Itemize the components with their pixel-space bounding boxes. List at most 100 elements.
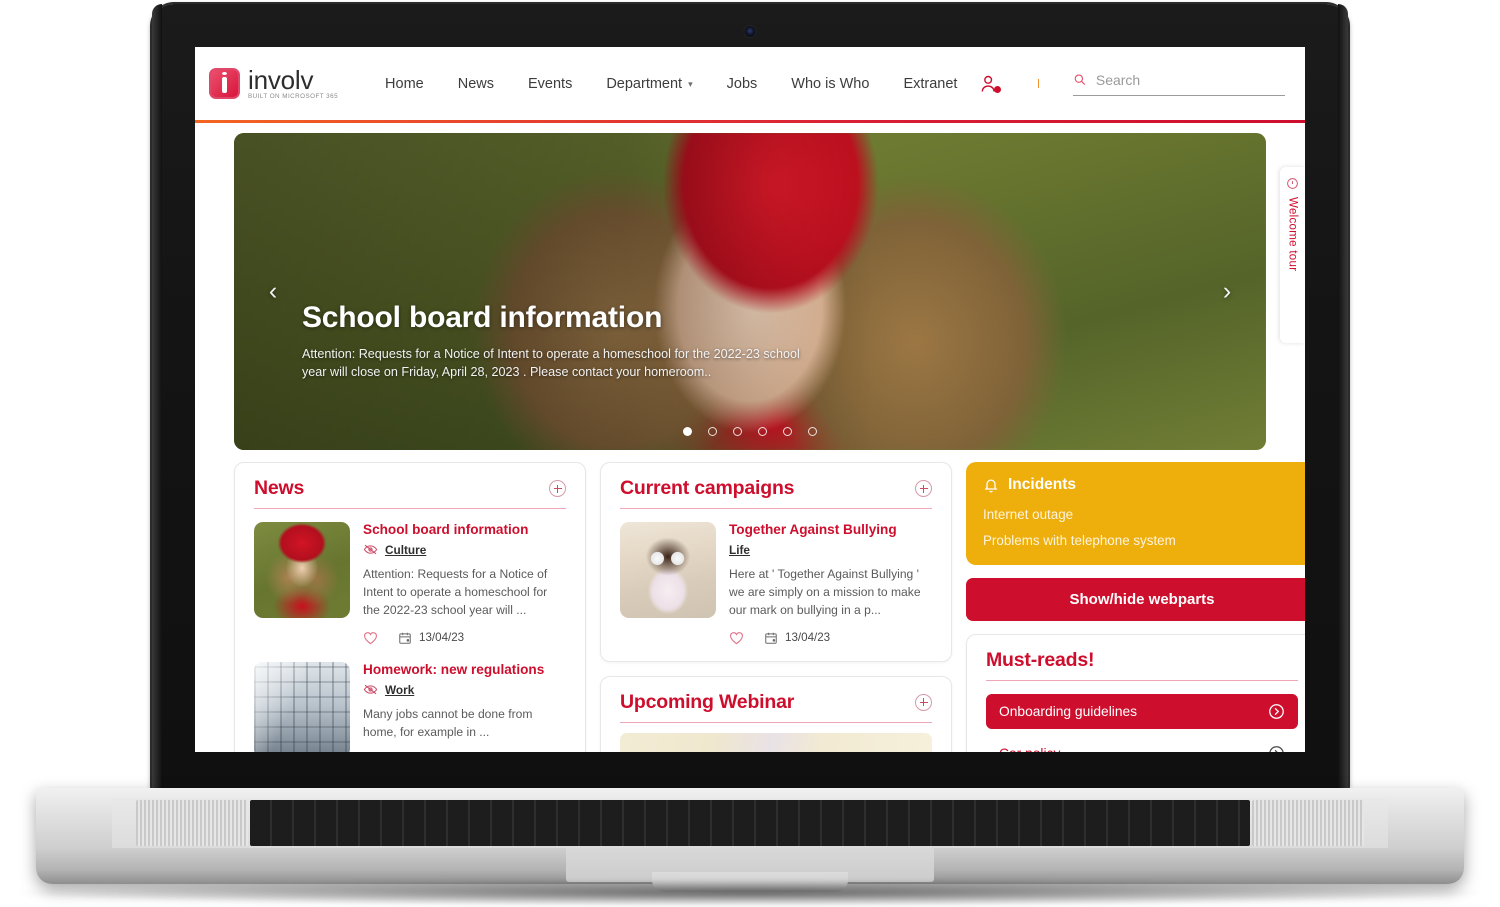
- campaign-tagline: Life: [729, 543, 932, 557]
- header-accent-rule: [195, 120, 1305, 123]
- must-reads-list: Onboarding guidelines Car policy: [986, 694, 1298, 752]
- notification-badge: [994, 85, 1002, 93]
- nav-item-news[interactable]: News: [441, 70, 511, 98]
- calendar-icon: [399, 632, 411, 644]
- carousel-dot-5[interactable]: [783, 427, 792, 436]
- nav-item-who-is-who[interactable]: Who is Who: [774, 70, 886, 98]
- speaker-grille-left: [136, 800, 248, 846]
- nav-label: Who is Who: [791, 75, 870, 92]
- article-date: 13/04/23: [419, 631, 465, 645]
- carousel-dot-1[interactable]: [683, 427, 692, 436]
- campaign-tag[interactable]: Life: [729, 543, 750, 557]
- heart-icon[interactable]: [363, 631, 378, 645]
- news-article-item[interactable]: Homework: new regulations Work Many jobs…: [254, 661, 566, 752]
- hero-text-block: School board information Attention: Requ…: [302, 301, 822, 382]
- laptop-keyboard: [250, 800, 1250, 846]
- must-reads-header: Must-reads!: [986, 649, 1298, 681]
- article-tag[interactable]: Work: [385, 683, 414, 697]
- must-reads-title: Must-reads!: [986, 649, 1095, 671]
- welcome-tour-tab[interactable]: Welcome tour: [1280, 167, 1305, 343]
- lid-edge-left: [152, 4, 162, 794]
- welcome-tour-label: Welcome tour: [1286, 197, 1299, 272]
- article-tag[interactable]: Culture: [385, 543, 426, 557]
- eye-slash-icon: [363, 684, 378, 695]
- article-title[interactable]: Homework: new regulations: [363, 662, 566, 679]
- involv-logo-mark-icon: [209, 67, 240, 99]
- nav-item-events[interactable]: Events: [511, 70, 589, 98]
- incidents-header: Incidents: [983, 476, 1301, 494]
- logo-tagline: BUILT ON MICROSOFT 365: [248, 92, 339, 100]
- news-webpart: News School board information Culture At…: [234, 462, 586, 752]
- bell-icon: [984, 479, 998, 492]
- campaign-thumbnail: [620, 522, 716, 618]
- site-logo[interactable]: involv BUILT ON MICROSOFT 365: [209, 67, 338, 100]
- plus-circle-icon[interactable]: [915, 480, 932, 497]
- nav-item-home[interactable]: Home: [368, 70, 441, 98]
- must-read-item-car-policy[interactable]: Car policy: [986, 736, 1298, 752]
- article-thumbnail: [254, 522, 350, 618]
- campaign-meta: 13/04/23: [729, 631, 932, 645]
- incident-item[interactable]: Internet outage: [983, 507, 1301, 522]
- carousel-next-button[interactable]: ›: [1212, 277, 1242, 307]
- chevron-right-circle-icon: [1269, 746, 1284, 752]
- carousel-dots: [683, 427, 817, 436]
- must-reads-webpart: Must-reads! Onboarding guidelines Car po…: [966, 634, 1305, 752]
- search-input[interactable]: [1095, 71, 1286, 88]
- plus-circle-icon[interactable]: [915, 693, 932, 711]
- campaigns-title: Current campaigns: [620, 477, 795, 499]
- nav-label: News: [457, 75, 494, 92]
- incidents-webpart: Incidents Internet outage Problems with …: [966, 462, 1305, 565]
- campaigns-webpart: Current campaigns Together Against Bully…: [600, 462, 952, 662]
- carousel-dot-6[interactable]: [808, 427, 817, 436]
- nav-label: Extranet: [903, 75, 958, 92]
- header-divider: [1038, 79, 1040, 88]
- carousel-dot-4[interactable]: [758, 427, 767, 436]
- middle-column: Current campaigns Together Against Bully…: [600, 462, 952, 752]
- plus-circle-icon[interactable]: [549, 480, 566, 497]
- news-title: News: [254, 477, 305, 499]
- show-hide-webparts-button[interactable]: Show/hide webparts: [966, 578, 1305, 621]
- hero-description: Attention: Requests for a Notice of Inte…: [302, 347, 800, 380]
- carousel-prev-button[interactable]: ‹: [258, 277, 288, 307]
- nav-item-department[interactable]: Department ▾: [589, 70, 709, 98]
- campaigns-header: Current campaigns: [620, 477, 932, 509]
- article-title[interactable]: School board information: [363, 522, 566, 539]
- hero-overlay: [234, 133, 1266, 450]
- nav-label: Events: [527, 75, 573, 92]
- chevron-down-icon: ▾: [688, 79, 693, 89]
- person-badge-icon[interactable]: [974, 69, 1004, 99]
- screenshot-stage: involv BUILT ON MICROSOFT 365 Home News …: [0, 0, 1500, 907]
- dashboard-grid: News School board information Culture At…: [195, 450, 1305, 752]
- calendar-icon: [765, 632, 777, 644]
- heart-icon[interactable]: [729, 631, 744, 645]
- must-read-item-onboarding-guidelines[interactable]: Onboarding guidelines: [986, 694, 1298, 729]
- article-tagline: Culture: [363, 543, 566, 557]
- article-thumbnail: [254, 661, 350, 752]
- news-article-item[interactable]: School board information Culture Attenti…: [254, 522, 566, 645]
- campaign-excerpt: Here at ' Together Against Bullying ' we…: [729, 566, 921, 617]
- campaign-date-wrap: 13/04/23: [764, 631, 830, 645]
- main-navigation: Home News Events Department ▾ Jobs Who i…: [368, 70, 974, 98]
- nav-item-jobs[interactable]: Jobs: [710, 70, 775, 98]
- hero-carousel[interactable]: School board information Attention: Requ…: [234, 133, 1266, 450]
- webinar-title: Upcoming Webinar: [620, 690, 795, 713]
- nav-item-extranet[interactable]: Extranet: [886, 70, 974, 98]
- speaker-grille-right: [1252, 800, 1364, 846]
- logo-wordmark: involv: [248, 64, 314, 95]
- lid-edge-right: [1338, 4, 1348, 794]
- laptop-drop-shadow: [20, 880, 1480, 906]
- chevron-right-circle-icon: [1269, 704, 1284, 719]
- incident-item[interactable]: Problems with telephone system: [983, 533, 1301, 548]
- webcam-icon: [744, 26, 756, 37]
- search-box[interactable]: [1073, 71, 1286, 96]
- webinar-image: [620, 732, 932, 752]
- campaign-title[interactable]: Together Against Bullying: [729, 522, 932, 539]
- carousel-dot-3[interactable]: [733, 427, 742, 436]
- campaign-item[interactable]: Together Against Bullying Life Here at '…: [620, 522, 932, 645]
- nav-label: Department: [606, 75, 683, 92]
- must-read-label: Car policy: [999, 746, 1060, 752]
- must-read-label: Onboarding guidelines: [999, 704, 1138, 719]
- carousel-dot-2[interactable]: [708, 427, 717, 436]
- webinar-header: Upcoming Webinar: [620, 691, 932, 723]
- site-header: involv BUILT ON MICROSOFT 365 Home News …: [195, 47, 1305, 120]
